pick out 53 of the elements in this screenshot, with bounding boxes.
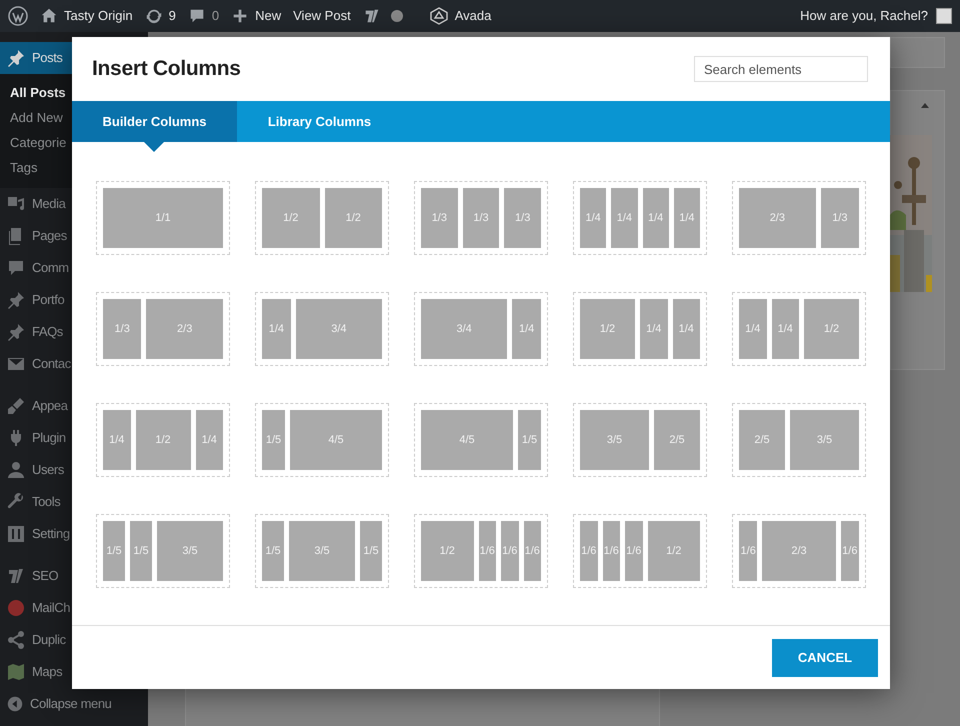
column-block: 1/6 (501, 521, 518, 581)
column-block: 1/3 (421, 188, 458, 248)
column-block: 1/4 (772, 299, 799, 359)
column-block: 1/4 (262, 299, 291, 359)
column-block: 1/3 (820, 188, 859, 248)
column-block: 1/6 (602, 521, 620, 581)
column-block: 1/2 (324, 188, 382, 248)
column-block: 3/4 (421, 299, 508, 359)
column-block: 1/3 (504, 188, 542, 248)
column-block: 1/4 (672, 299, 700, 359)
column-block: 1/6 (478, 521, 496, 581)
column-block: 1/4 (611, 188, 638, 248)
column-block: 1/6 (739, 521, 758, 581)
column-block: 1/4 (512, 299, 541, 359)
column-block: 1/2 (580, 299, 635, 359)
column-block: 3/4 (296, 299, 382, 359)
column-block: 1/2 (421, 521, 474, 581)
column-block: 2/3 (146, 299, 223, 359)
column-block: 1/5 (262, 410, 285, 470)
column-block: 3/5 (157, 521, 223, 581)
column-block: 1/4 (739, 299, 766, 359)
column-block: 1/6 (580, 521, 598, 581)
column-block: 1/2 (648, 521, 700, 581)
column-block: 1/4 (674, 188, 700, 248)
column-block: 1/2 (262, 188, 320, 248)
column-block: 1/4 (196, 410, 223, 470)
column-block: 1/6 (524, 521, 541, 581)
column-block: 1/3 (103, 299, 142, 359)
column-block: 1/2 (804, 299, 859, 359)
column-block: 1/3 (462, 188, 500, 248)
modal-title: Insert Columns (92, 56, 241, 82)
column-block: 1/5 (360, 521, 382, 581)
column-block: 2/5 (654, 410, 700, 470)
column-block: 4/5 (421, 410, 513, 470)
column-block: 1/5 (130, 521, 152, 581)
column-block: 1/4 (580, 188, 606, 248)
column-block: 3/5 (790, 410, 859, 470)
column-block: 1/6 (625, 521, 642, 581)
column-block: 1/5 (103, 521, 125, 581)
column-block: 4/5 (290, 410, 382, 470)
column-block: 1/5 (262, 521, 284, 581)
column-block: 2/5 (739, 410, 785, 470)
column-block: 3/5 (289, 521, 355, 581)
column-block: 1/4 (640, 299, 668, 359)
column-block: 1/5 (518, 410, 541, 470)
column-block: 1/4 (642, 188, 669, 248)
column-block: 2/3 (739, 188, 816, 248)
column-block: 1/2 (136, 410, 190, 470)
column-block: 3/5 (580, 410, 649, 470)
column-block: 1/1 (103, 188, 223, 248)
column-block: 1/6 (840, 521, 859, 581)
column-block: 2/3 (762, 521, 836, 581)
column-block: 1/4 (103, 410, 130, 470)
